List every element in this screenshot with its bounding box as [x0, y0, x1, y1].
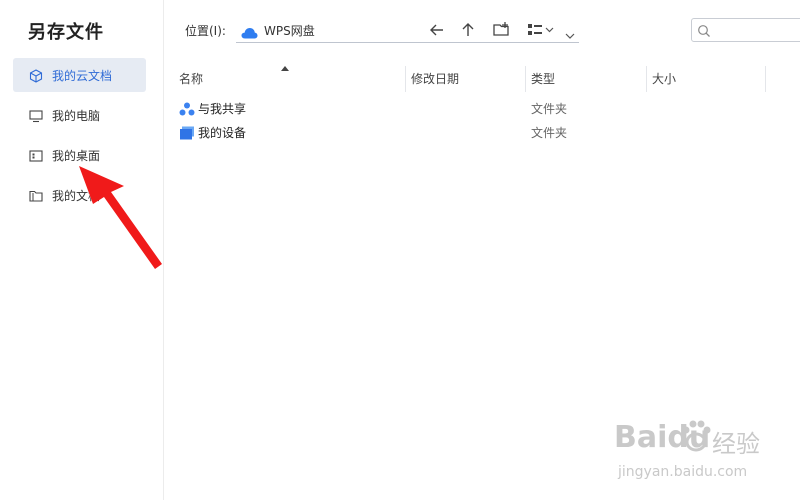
sidebar-item-label: 我的云文档 — [52, 68, 113, 83]
up-arrow-icon[interactable] — [458, 20, 478, 40]
column-separator — [646, 66, 647, 92]
sidebar-item-label: 我的文档 — [52, 188, 101, 203]
column-size[interactable]: 大小 — [652, 62, 676, 96]
baidu-jingyan-watermark: Baidu 经验 jingyan.baidu.com — [612, 420, 782, 490]
file-list-header: 名称 修改日期 类型 大小 — [163, 62, 800, 96]
column-name[interactable]: 名称 — [179, 62, 203, 96]
file-type: 文件夹 — [531, 126, 568, 140]
file-type: 文件夹 — [531, 102, 568, 116]
column-modified[interactable]: 修改日期 — [411, 62, 459, 96]
watermark-brand: Baidu — [614, 420, 711, 455]
sidebar: 另存文件 我的云文档 我的电脑 我的桌面 我的文档 — [0, 0, 164, 500]
chevron-down-icon — [565, 25, 575, 39]
column-separator — [765, 66, 766, 92]
new-folder-icon[interactable] — [491, 20, 511, 40]
cloud-icon — [241, 24, 258, 39]
watermark-url: jingyan.baidu.com — [618, 464, 748, 480]
list-item[interactable]: 我的设备 文件夹 — [163, 120, 766, 144]
sidebar-item-label: 我的桌面 — [52, 148, 101, 163]
sidebar-item-my-computer[interactable]: 我的电脑 — [13, 98, 146, 132]
device-icon — [179, 125, 195, 140]
file-name: 我的设备 — [198, 126, 247, 140]
column-type[interactable]: 类型 — [531, 62, 555, 96]
desktop-icon — [29, 148, 43, 162]
file-name: 与我共享 — [198, 102, 247, 116]
column-separator — [525, 66, 526, 92]
column-separator — [405, 66, 406, 92]
dialog-title: 另存文件 — [28, 22, 104, 43]
toolbar: 位置(I): WPS网盘 — [163, 0, 800, 62]
search-icon — [697, 23, 711, 37]
back-arrow-icon[interactable] — [427, 20, 447, 40]
list-item[interactable]: 与我共享 文件夹 — [163, 96, 766, 120]
view-mode-icon[interactable] — [526, 20, 556, 40]
sidebar-item-my-documents[interactable]: 我的文档 — [13, 178, 146, 212]
sidebar-item-label: 我的电脑 — [52, 108, 101, 123]
sidebar-item-my-desktop[interactable]: 我的桌面 — [13, 138, 146, 172]
monitor-icon — [29, 108, 43, 123]
watermark-brand-cn: 经验 — [712, 430, 760, 458]
search-input[interactable] — [691, 18, 800, 42]
folder-icon — [29, 188, 43, 202]
sidebar-item-cloud-docs[interactable]: 我的云文档 — [13, 58, 146, 92]
paw-icon — [678, 418, 714, 454]
location-value: WPS网盘 — [264, 23, 315, 38]
cube-icon — [29, 68, 43, 83]
shared-icon — [179, 101, 195, 116]
location-label: 位置(I): — [185, 24, 226, 38]
sort-ascending-icon — [281, 66, 289, 71]
